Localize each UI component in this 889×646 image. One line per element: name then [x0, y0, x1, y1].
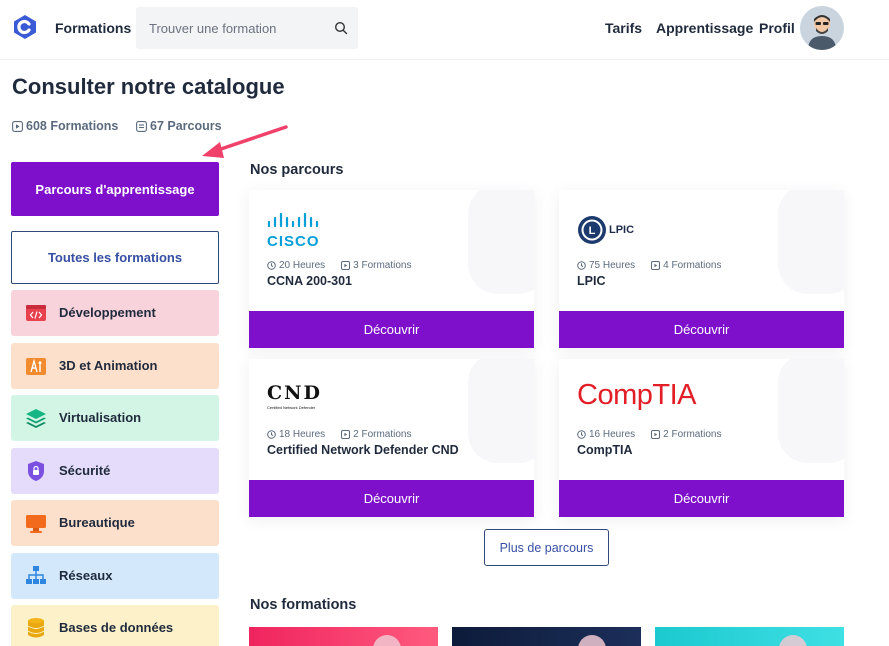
category-label: Bureautique — [59, 515, 135, 530]
clock-icon — [577, 430, 586, 439]
card-decoration — [778, 359, 844, 463]
annotation-arrow-icon — [202, 125, 288, 158]
3d-tools-icon — [26, 358, 46, 375]
svg-text:L: L — [589, 225, 596, 237]
play-square-icon — [12, 120, 23, 132]
network-icon — [26, 566, 46, 584]
learning-paths-button[interactable]: Parcours d'apprentissage — [11, 162, 219, 216]
nav-formations-link[interactable]: Formations — [55, 20, 131, 36]
category-bureautique[interactable]: Bureautique — [11, 500, 219, 546]
all-courses-button[interactable]: Toutes les formations — [11, 231, 219, 284]
cnd-logo: CND Certified Network Defender — [267, 383, 322, 417]
card-title: CCNA 200-301 — [267, 274, 352, 288]
lpic-logo: L LPIC — [577, 213, 634, 247]
discover-button[interactable]: Découvrir — [249, 311, 534, 348]
category-label: Développement — [59, 305, 156, 320]
layers-icon — [26, 409, 46, 428]
parcours-card: CompTIA 16 Heures 2 Formations CompTIA D… — [559, 359, 844, 517]
thumbnail-decoration — [779, 635, 807, 646]
search-icon[interactable] — [334, 21, 348, 35]
nav-tarifs-link[interactable]: Tarifs — [605, 20, 642, 36]
category-label: Sécurité — [59, 463, 111, 478]
play-square-icon — [651, 430, 661, 439]
discover-button[interactable]: Découvrir — [559, 480, 844, 517]
cisco-bars-icon — [267, 212, 319, 228]
category-developpement[interactable]: Développement — [11, 290, 219, 336]
card-meta: 18 Heures 2 Formations — [267, 429, 412, 440]
category-virtualisation[interactable]: Virtualisation — [11, 395, 219, 441]
brand-logo-icon[interactable] — [11, 13, 39, 41]
search-box — [136, 7, 358, 49]
comptia-logo-text: CompTIA — [577, 379, 696, 411]
more-paths-button[interactable]: Plus de parcours — [484, 529, 609, 566]
code-window-icon — [26, 305, 46, 321]
play-square-icon — [341, 261, 351, 270]
card-course-count: 3 Formations — [353, 260, 412, 271]
formations-count-label: 608 Formations — [26, 119, 119, 133]
top-navbar: Formations Tarifs Apprentissage Profil — [0, 0, 889, 60]
parcours-section-title: Nos parcours — [250, 162, 344, 178]
card-decoration — [468, 359, 534, 463]
nav-profil-link[interactable]: Profil — [759, 20, 795, 36]
card-hours: 16 Heures — [589, 429, 636, 440]
card-decoration — [468, 190, 534, 294]
thumbnail-decoration — [578, 635, 606, 646]
card-title: CompTIA — [577, 443, 633, 457]
course-thumbnail[interactable] — [249, 627, 438, 646]
play-square-icon — [651, 261, 661, 270]
card-hours: 18 Heures — [279, 429, 326, 440]
cnd-logo-text: CND — [267, 382, 322, 404]
cnd-logo-subtitle: Certified Network Defender — [267, 405, 316, 410]
formations-count: 608 Formations — [12, 119, 118, 133]
database-icon — [27, 618, 45, 638]
clock-icon — [267, 261, 276, 270]
clock-icon — [577, 261, 586, 270]
card-course-count: 2 Formations — [663, 429, 722, 440]
course-thumbnail[interactable] — [452, 627, 641, 646]
parcours-card: L LPIC 75 Heures 4 Formations LPIC Décou… — [559, 190, 844, 348]
category-reseaux[interactable]: Réseaux — [11, 553, 219, 599]
parcours-card: CISCO 20 Heures 3 Formations CCNA 200-30… — [249, 190, 534, 348]
discover-button[interactable]: Découvrir — [249, 480, 534, 517]
cisco-logo: CISCO — [267, 212, 327, 250]
nav-apprentissage-link[interactable]: Apprentissage — [656, 20, 753, 36]
card-hours: 75 Heures — [589, 260, 636, 271]
category-label: Bases de données — [59, 620, 174, 635]
card-hours: 20 Heures — [279, 260, 326, 271]
user-avatar-icon — [808, 15, 836, 50]
cisco-logo-text: CISCO — [267, 233, 320, 250]
category-bases-de-donnees[interactable]: Bases de données — [11, 605, 219, 646]
lpic-emblem-icon: L — [578, 216, 606, 244]
clock-icon — [267, 430, 276, 439]
card-meta: 75 Heures 4 Formations — [577, 260, 722, 271]
category-label: 3D et Animation — [59, 358, 158, 373]
category-label: Virtualisation — [59, 410, 142, 425]
category-3d-animation[interactable]: 3D et Animation — [11, 343, 219, 389]
card-title: LPIC — [577, 274, 606, 288]
search-input[interactable] — [136, 7, 326, 49]
thumbnail-decoration — [373, 635, 401, 646]
parcours-card: CND Certified Network Defender 18 Heures… — [249, 359, 534, 517]
formations-section-title: Nos formations — [250, 597, 357, 613]
page-title: Consulter notre catalogue — [12, 74, 285, 99]
stack-square-icon — [136, 120, 147, 132]
monitor-icon — [26, 515, 46, 533]
play-square-icon — [341, 430, 351, 439]
card-title: Certified Network Defender CND — [267, 443, 459, 457]
avatar[interactable] — [800, 6, 844, 50]
card-course-count: 4 Formations — [663, 260, 722, 271]
category-securite[interactable]: Sécurité — [11, 448, 219, 494]
course-thumbnail[interactable] — [655, 627, 844, 646]
discover-button[interactable]: Découvrir — [559, 311, 844, 348]
comptia-logo: CompTIA — [577, 379, 696, 413]
category-label: Réseaux — [59, 568, 113, 583]
card-course-count: 2 Formations — [353, 429, 412, 440]
card-meta: 16 Heures 2 Formations — [577, 429, 722, 440]
card-meta: 20 Heures 3 Formations — [267, 260, 412, 271]
card-decoration — [778, 190, 844, 294]
lpic-logo-text: LPIC — [609, 224, 635, 236]
shield-lock-icon — [28, 461, 44, 481]
